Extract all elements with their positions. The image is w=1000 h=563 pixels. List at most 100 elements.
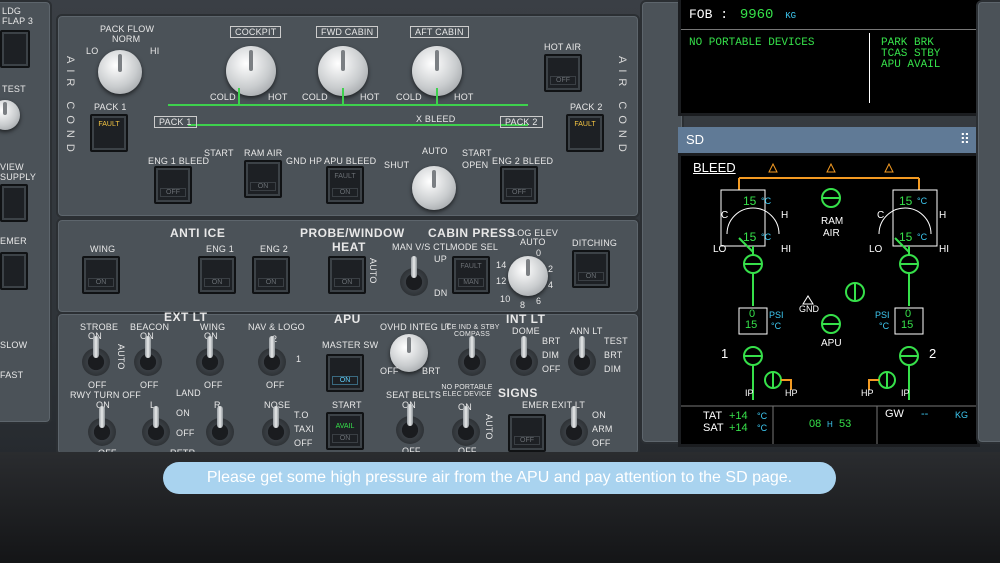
pack-flow-knob[interactable]: [98, 50, 142, 94]
man-vs-toggle[interactable]: [400, 256, 428, 296]
sat-value: +14: [729, 422, 748, 434]
ram-air-button[interactable]: ON: [244, 160, 282, 198]
apu-label: APU: [821, 338, 842, 349]
emer-button[interactable]: [0, 252, 28, 290]
time-hours: 08: [809, 418, 822, 430]
eng2-ip-label: IP: [901, 388, 910, 398]
gw-value: --: [921, 408, 929, 420]
log-elev-tick-0: 0: [536, 248, 542, 258]
supply-button[interactable]: [0, 184, 28, 222]
emer-label: EMER: [0, 236, 27, 246]
probe-title-line2: HEAT: [332, 240, 366, 254]
nav-logo-1-label: 1: [296, 354, 302, 364]
dome-toggle[interactable]: [510, 336, 538, 376]
nav-logo-label: NAV & LOGO: [248, 322, 305, 332]
pack1-button[interactable]: FAULT: [90, 114, 128, 152]
ldg-flap3-button[interactable]: [0, 30, 30, 68]
right-pack-lo-label: LO: [869, 244, 883, 255]
eng2-anti-ice-button[interactable]: ON: [252, 256, 290, 294]
duct-line-fwd: [342, 88, 344, 106]
right-outlet-triangle: [884, 162, 894, 173]
sat-label: SAT: [703, 422, 724, 434]
strobe-toggle[interactable]: [82, 336, 110, 376]
ann-lt-toggle[interactable]: [568, 336, 596, 376]
ditching-button[interactable]: ON: [572, 250, 610, 288]
log-elev-knob[interactable]: [508, 256, 548, 296]
nose-toggle[interactable]: [262, 406, 290, 446]
aft-cabin-cold-label: COLD: [396, 92, 422, 102]
probe-auto-label: AUTO: [368, 258, 378, 284]
dome-off-label: OFF: [542, 364, 561, 374]
xbleed-knob[interactable]: [412, 166, 456, 210]
test-knob[interactable]: [0, 100, 20, 130]
eng2-bleed-label: ENG 2 BLEED: [492, 156, 554, 166]
fob-value: 9960: [739, 7, 774, 23]
fob-unit: KG: [785, 11, 797, 21]
tat-label: TAT: [703, 410, 723, 422]
ram-air-label: RAM AIR: [244, 148, 283, 158]
left-edge-panel: LDG FLAP 3 TEST VIEW SUPPLY EMER SLOW FA…: [0, 0, 52, 424]
nose-to-label: T.O: [294, 410, 309, 420]
apu-start-button[interactable]: AVAIL ON: [326, 412, 364, 450]
rwy-turn-off-toggle[interactable]: [88, 406, 116, 446]
left-pack-h-label: H: [781, 210, 789, 221]
air-cond-panel: AIR COND AIR COND PACK FLOW NORM LO HI C…: [56, 14, 640, 218]
eng2-anti-ice-label: ENG 2: [260, 244, 289, 254]
emer-exit-toggle[interactable]: [560, 406, 588, 446]
seat-belts-toggle[interactable]: [396, 404, 424, 444]
wing-lt-toggle[interactable]: [196, 336, 224, 376]
nav-logo-toggle[interactable]: [258, 336, 286, 376]
beacon-toggle[interactable]: [134, 336, 162, 376]
hot-air-button[interactable]: OFF: [544, 54, 582, 92]
pack2-fault-legend: FAULT: [574, 121, 596, 128]
apu-bleed-button[interactable]: FAULT ON: [326, 166, 364, 204]
hot-air-label: HOT AIR: [544, 42, 582, 52]
eng2-label: 2: [929, 346, 937, 361]
eng1-anti-ice-button[interactable]: ON: [198, 256, 236, 294]
mode-sel-label: MODE SEL: [450, 242, 499, 252]
apu-master-button[interactable]: ON: [326, 354, 364, 392]
ice-ind-toggle[interactable]: [458, 336, 486, 376]
xbleed-auto-label: AUTO: [422, 146, 448, 156]
dome-dim-label: DIM: [542, 350, 560, 360]
sd-header-label: SD: [686, 132, 705, 147]
no-portable-toggle[interactable]: [452, 406, 480, 446]
cockpit-hot-label: HOT: [268, 92, 288, 102]
eng1-bleed-button[interactable]: OFF: [154, 166, 192, 204]
air-cond-side-label-right: AIR COND: [616, 56, 628, 158]
aft-cabin-hot-label: HOT: [454, 92, 474, 102]
left-pack-temp-top: 15: [743, 194, 757, 208]
eng2-bleed-off-legend: OFF: [506, 188, 532, 197]
cockpit-temp-knob[interactable]: [226, 46, 276, 96]
sd-header-bar[interactable]: SD ⠿: [678, 127, 980, 153]
drag-handle-icon[interactable]: ⠿: [960, 131, 970, 148]
ann-lt-test-label: TEST: [604, 336, 628, 346]
memo-divider: [869, 33, 870, 103]
gw-unit: KG: [955, 410, 969, 420]
bleed-schematic: [681, 162, 977, 444]
sat-unit: °C: [757, 423, 768, 433]
pack2-button[interactable]: FAULT: [566, 114, 604, 152]
wing-anti-ice-button[interactable]: ON: [82, 256, 120, 294]
fob-readout: FOB : 9960 KG: [689, 7, 796, 23]
log-elev-tick-4: 4: [548, 280, 554, 290]
cockpit-cold-label: COLD: [210, 92, 236, 102]
ovhd-integ-brt-label: BRT: [422, 366, 441, 376]
ram-air-label-1: RAM: [821, 216, 844, 227]
land-left-toggle[interactable]: [142, 406, 170, 446]
no-portable-auto-label: AUTO: [484, 414, 494, 440]
land-right-toggle[interactable]: [206, 406, 234, 446]
eng2-bleed-button[interactable]: OFF: [500, 166, 538, 204]
duct-line-lower: [188, 124, 528, 126]
probe-heat-button[interactable]: ON: [328, 256, 366, 294]
mode-sel-button[interactable]: FAULT MAN: [452, 256, 490, 294]
right-psi-label: PSI: [875, 310, 890, 320]
emer-exit-button[interactable]: OFF: [508, 414, 546, 452]
slow-label: SLOW: [0, 340, 28, 350]
land-off-label: OFF: [176, 428, 195, 438]
instruction-text: Please get some high pressure air from t…: [206, 469, 793, 486]
fwd-cabin-cold-label: COLD: [302, 92, 328, 102]
left-pack-temp-bottom-unit: °C: [761, 232, 772, 242]
emer-exit-off-legend: OFF: [514, 436, 540, 445]
right-pack-temp-bottom: 15: [899, 230, 913, 244]
